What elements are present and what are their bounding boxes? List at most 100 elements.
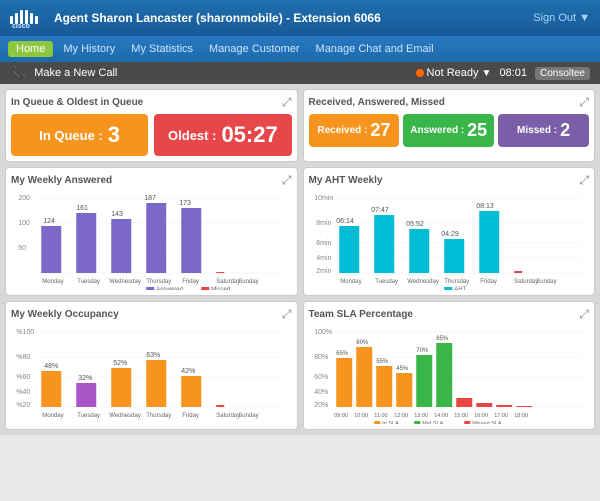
svg-text:10:00: 10:00: [354, 413, 368, 419]
svg-text:80%: 80%: [314, 354, 328, 361]
svg-text:200: 200: [18, 195, 30, 202]
svg-text:17:00: 17:00: [494, 413, 508, 419]
in-queue-label: In Queue :: [39, 128, 103, 143]
received-value: 27: [370, 120, 390, 141]
svg-text:13:00: 13:00: [414, 413, 428, 419]
answered-value: 25: [467, 120, 487, 141]
svg-text:05:52: 05:52: [406, 221, 424, 228]
svg-text:In SLA: In SLA: [382, 421, 399, 424]
svg-text:48%: 48%: [44, 363, 58, 370]
svg-text:Tuesday: Tuesday: [77, 413, 100, 419]
svg-text:100%: 100%: [314, 329, 332, 336]
svg-text:Friday: Friday: [480, 279, 497, 285]
svg-text:15:00: 15:00: [454, 413, 468, 419]
svg-text:%60: %60: [16, 374, 30, 381]
svg-text:60%: 60%: [314, 374, 328, 381]
answered-box: Answered : 25: [403, 114, 494, 147]
svg-text:Saturday: Saturday: [216, 413, 240, 419]
main-grid: In Queue & Oldest in Queue ⤢ In Queue : …: [0, 84, 600, 435]
cisco-logo: cisco: [10, 8, 46, 28]
svg-text:Sunday: Sunday: [238, 413, 258, 419]
svg-text:10min: 10min: [314, 195, 333, 202]
svg-text:Monday: Monday: [42, 279, 63, 285]
svg-text:18:00: 18:00: [514, 413, 528, 419]
nav-history[interactable]: My History: [57, 41, 121, 57]
svg-text:Monday: Monday: [340, 279, 361, 285]
oldest-box: Oldest : 05:27: [154, 114, 291, 156]
svg-text:cisco: cisco: [12, 23, 30, 28]
svg-text:Sunday: Sunday: [536, 279, 556, 285]
svg-text:Tuesday: Tuesday: [77, 279, 100, 285]
svg-text:85%: 85%: [436, 336, 449, 342]
aht-weekly-expand[interactable]: ⤢: [579, 173, 589, 188]
occupancy-expand[interactable]: ⤢: [282, 307, 292, 322]
aht-weekly-header: My AHT Weekly ⤢: [309, 173, 590, 188]
svg-text:Friday: Friday: [182, 413, 199, 419]
svg-text:%20: %20: [16, 402, 30, 409]
queue-card-header: In Queue & Oldest in Queue ⤢: [11, 95, 292, 110]
occupancy-chart: %100 %80 %60 %40 %20 48% 32% 52%: [11, 324, 292, 424]
svg-text:%40: %40: [16, 389, 30, 396]
svg-text:52%: 52%: [113, 360, 127, 367]
svg-text:Wednesday: Wednesday: [109, 413, 141, 419]
svg-text:AHT: AHT: [454, 287, 466, 290]
svg-text:Thursday: Thursday: [444, 279, 469, 285]
occupancy-title: My Weekly Occupancy: [11, 309, 119, 320]
svg-text:Thursday: Thursday: [146, 279, 171, 285]
svg-text:2min: 2min: [316, 268, 331, 275]
svg-text:63%: 63%: [146, 352, 160, 359]
sla-header: Team SLA Percentage ⤢: [309, 307, 590, 322]
nav-home[interactable]: Home: [8, 41, 53, 57]
weekly-answered-card: My Weekly Answered ⤢ 200 100 50 124 16: [5, 167, 298, 296]
occupancy-card: My Weekly Occupancy ⤢ %100 %80 %60 %40 %…: [5, 301, 298, 430]
svg-text:Tuesday: Tuesday: [375, 279, 398, 285]
svg-text:20%: 20%: [314, 402, 328, 409]
weekly-answered-chart: 200 100 50 124 161 143 187: [11, 190, 292, 290]
sla-expand[interactable]: ⤢: [579, 307, 589, 322]
in-queue-value: 3: [108, 122, 120, 148]
oldest-label: Oldest :: [168, 128, 216, 143]
oldest-value: 05:27: [221, 122, 277, 148]
svg-text:08:13: 08:13: [476, 203, 494, 210]
svg-text:11:00: 11:00: [374, 413, 387, 419]
svg-text:50: 50: [18, 245, 26, 252]
received-label: Received :: [317, 125, 367, 136]
aht-weekly-title: My AHT Weekly: [309, 175, 383, 186]
queue-card-title: In Queue & Oldest in Queue: [11, 97, 143, 108]
svg-text:07:47: 07:47: [371, 207, 389, 214]
svg-text:Wednesday: Wednesday: [407, 279, 439, 285]
answered-label: Answered :: [410, 125, 464, 136]
queue-expand-icon[interactable]: ⤢: [282, 95, 292, 110]
weekly-answered-expand[interactable]: ⤢: [282, 173, 292, 188]
sla-card: Team SLA Percentage ⤢ 100% 80% 60% 40% 2…: [303, 301, 596, 430]
sla-title: Team SLA Percentage: [309, 309, 413, 320]
svg-text:Friday: Friday: [182, 279, 199, 285]
svg-text:100: 100: [18, 220, 30, 227]
nav-manage-chat[interactable]: Manage Chat and Email: [310, 41, 440, 57]
aht-weekly-card: My AHT Weekly ⤢ 10min 8min 6min 4min 2mi…: [303, 167, 596, 296]
svg-text:40%: 40%: [314, 389, 328, 396]
sign-out-button[interactable]: Sign Out ▼: [533, 12, 590, 24]
svg-text:4min: 4min: [316, 255, 331, 262]
svg-text:16:00: 16:00: [474, 413, 488, 419]
received-card: Received, Answered, Missed ⤢ Received : …: [303, 89, 596, 162]
svg-text:55%: 55%: [376, 359, 389, 365]
not-ready-status: Not Ready ▼: [416, 67, 492, 79]
svg-text:80%: 80%: [356, 340, 369, 346]
svg-text:65%: 65%: [336, 351, 349, 357]
received-card-header: Received, Answered, Missed ⤢: [309, 95, 590, 110]
sla-chart: 100% 80% 60% 40% 20% 65% 80% 55%: [309, 324, 590, 424]
svg-text:%100: %100: [16, 329, 34, 336]
phone-icon: 📞: [10, 65, 26, 81]
received-box: Received : 27: [309, 114, 400, 147]
queue-card: In Queue & Oldest in Queue ⤢ In Queue : …: [5, 89, 298, 162]
nav-manage-customer[interactable]: Manage Customer: [203, 41, 306, 57]
consult-button[interactable]: Consoltee: [535, 67, 590, 80]
header: cisco Agent Sharon Lancaster (sharonmobi…: [0, 0, 600, 36]
weekly-answered-header: My Weekly Answered ⤢: [11, 173, 292, 188]
missed-box: Missed : 2: [498, 114, 589, 147]
nav-statistics[interactable]: My Statistics: [125, 41, 199, 57]
svg-text:Thursday: Thursday: [146, 413, 171, 419]
occupancy-header: My Weekly Occupancy ⤢: [11, 307, 292, 322]
received-expand-icon[interactable]: ⤢: [579, 95, 589, 110]
